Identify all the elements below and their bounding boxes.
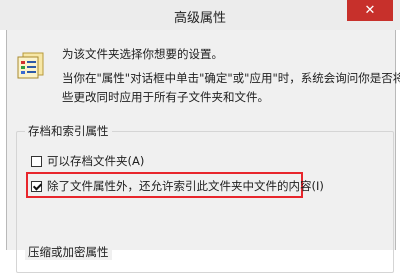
title-bar: 高级属性 ✕ — [0, 0, 400, 30]
archive-folder-checkbox[interactable] — [31, 155, 42, 167]
compress-encrypt-group-title: 压缩或加密属性 — [25, 244, 112, 260]
archive-index-group-title: 存档和索引属性 — [25, 123, 112, 139]
description-line-2: 当你在"属性"对话框中单击"确定"或"应用"时，系统会询问你是否将这 — [62, 71, 400, 85]
index-content-label[interactable]: 除了文件属性外，还允许索引此文件夹中文件的内容(I) — [47, 178, 324, 194]
window-title: 高级属性 — [173, 11, 226, 26]
description-line-1: 为该文件夹选择你想要的设置。 — [62, 47, 223, 61]
archive-folder-option[interactable]: 可以存档文件夹(A) — [31, 153, 144, 169]
index-content-option[interactable]: 除了文件属性外，还允许索引此文件夹中文件的内容(I) — [31, 178, 324, 194]
close-button[interactable]: ✕ — [347, 0, 393, 21]
close-icon: ✕ — [364, 3, 376, 18]
description-line-3: 些更改同时应用于所有子文件夹和文件。 — [62, 90, 269, 104]
archive-folder-label[interactable]: 可以存档文件夹(A) — [47, 153, 144, 169]
folder-settings-icon — [17, 52, 44, 79]
index-content-checkbox[interactable] — [31, 180, 42, 192]
